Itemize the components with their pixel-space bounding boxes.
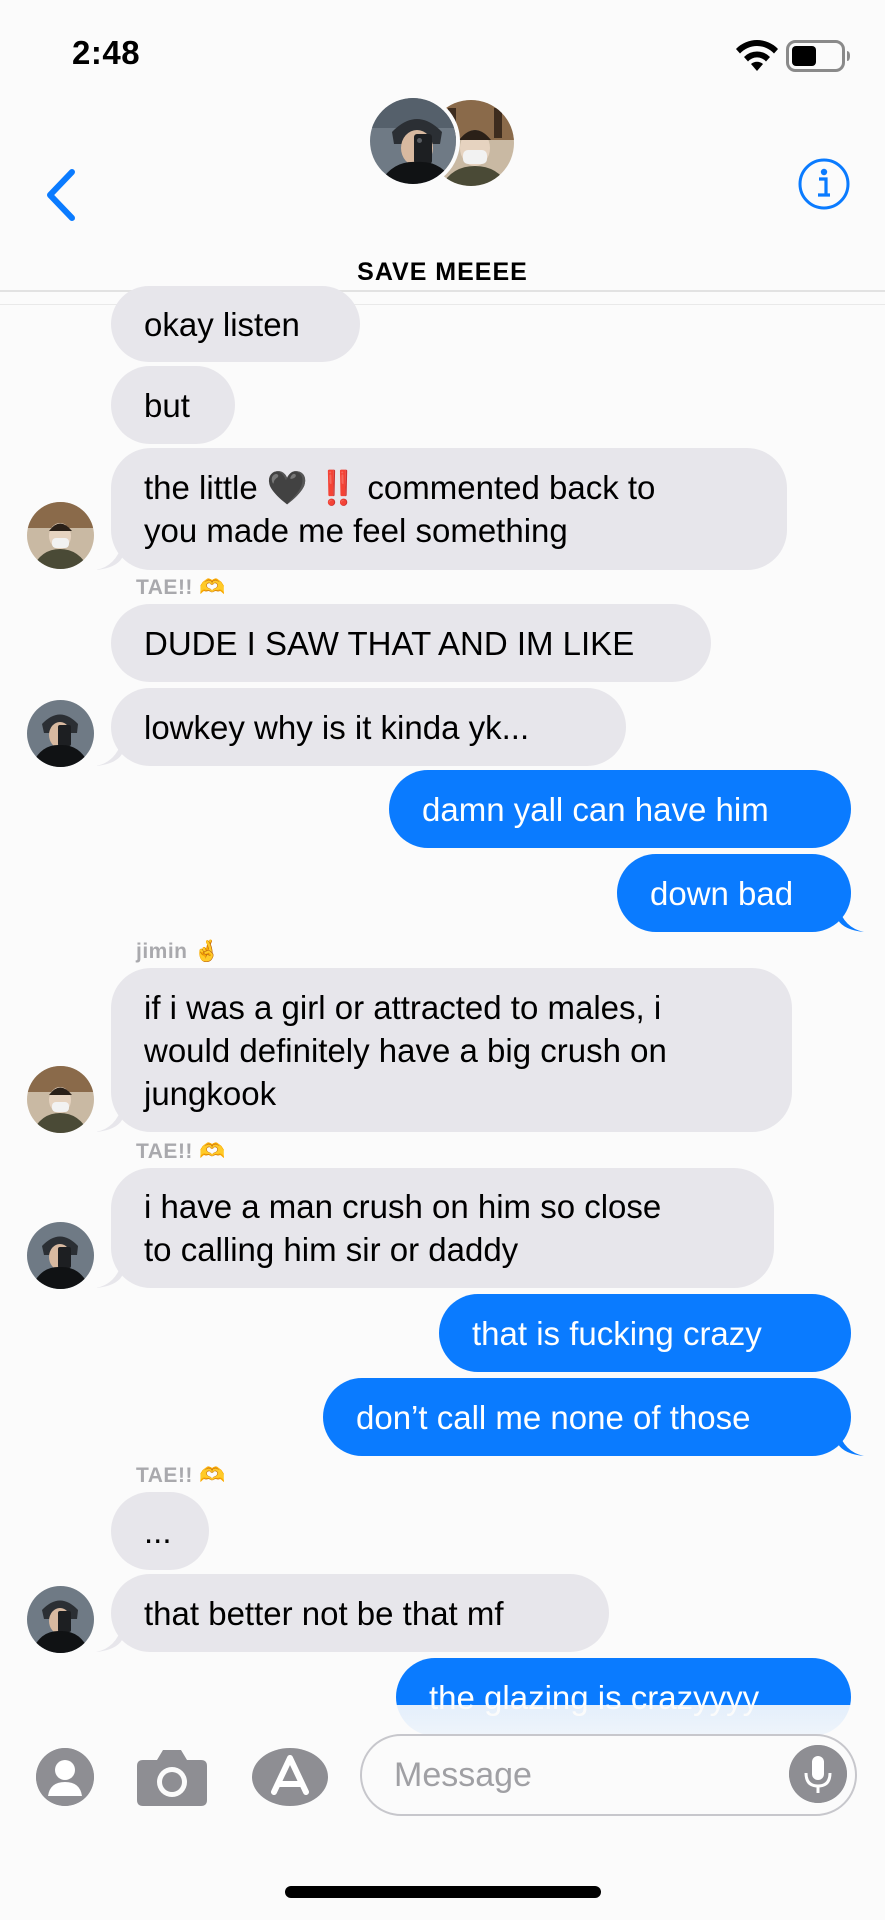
message-bubble-incoming[interactable]: lowkey why is it kinda yk...: [111, 688, 626, 766]
message-bubble-incoming[interactable]: i have a man crush on him so close to ca…: [111, 1168, 774, 1288]
microphone-icon[interactable]: [789, 1745, 847, 1803]
message-bubble-outgoing[interactable]: that is fucking crazy: [439, 1294, 851, 1372]
bubble-tail: [838, 906, 864, 932]
message-text: lowkey why is it kinda yk...: [144, 708, 530, 746]
message-text: don’t call me none of those: [356, 1398, 751, 1436]
avatar[interactable]: [27, 502, 94, 569]
bubble-tail: [96, 740, 122, 766]
avatar[interactable]: [27, 700, 94, 767]
message-text: down bad: [650, 874, 794, 912]
bubble-tail: [96, 1262, 122, 1288]
message-text: if i was a girl or attracted to males, i…: [144, 988, 667, 1112]
bubble-tail: [838, 1430, 864, 1456]
message-text: DUDE I SAW THAT AND IM LIKE: [144, 624, 635, 662]
message-text: the little 🖤 ‼️ commented back to you ma…: [144, 469, 656, 549]
message-bubble-incoming[interactable]: ...: [111, 1492, 209, 1570]
message-bubble-incoming[interactable]: DUDE I SAW THAT AND IM LIKE: [111, 604, 711, 682]
message-input[interactable]: [360, 1734, 857, 1816]
group-avatar-1: [366, 94, 460, 188]
bubble-tail: [96, 1626, 122, 1652]
message-bubble-incoming[interactable]: that better not be that mf: [111, 1574, 609, 1652]
message-bubble-outgoing[interactable]: don’t call me none of those: [323, 1378, 851, 1456]
avatar[interactable]: [27, 1586, 94, 1653]
message-text: that is fucking crazy: [472, 1314, 762, 1352]
sender-name: TAE!! 🫶: [136, 576, 226, 599]
camera-icon[interactable]: [135, 1746, 209, 1808]
message-bubble-outgoing[interactable]: damn yall can have him: [389, 770, 851, 848]
message-bubble-incoming[interactable]: okay listen: [111, 286, 360, 362]
message-bubble-incoming[interactable]: the little 🖤 ‼️ commented back to you ma…: [111, 448, 787, 570]
message-text: i have a man crush on him so close to ca…: [144, 1188, 662, 1268]
home-indicator[interactable]: [285, 1886, 601, 1898]
bubble-tail: [96, 1106, 122, 1132]
message-bubble-incoming[interactable]: if i was a girl or attracted to males, i…: [111, 968, 792, 1132]
message-text: that better not be that mf: [144, 1594, 504, 1632]
sender-name: jimin 🤞: [136, 940, 221, 963]
message-text: damn yall can have him: [422, 790, 769, 828]
sender-name: TAE!! 🫶: [136, 1464, 226, 1487]
message-bubble-incoming[interactable]: but: [111, 366, 235, 444]
avatar[interactable]: [27, 1066, 94, 1133]
message-text: ...: [144, 1512, 172, 1550]
message-text: okay listen: [144, 305, 300, 343]
bubble-tail: [96, 544, 122, 570]
message-thread[interactable]: okay listen but the little 🖤 ‼️ commente…: [0, 0, 885, 1920]
app-store-icon[interactable]: [250, 1746, 330, 1808]
person-icon[interactable]: [36, 1748, 94, 1806]
message-bubble-outgoing[interactable]: down bad: [617, 854, 851, 932]
message-text: but: [144, 386, 190, 424]
avatar[interactable]: [27, 1222, 94, 1289]
sender-name: TAE!! 🫶: [136, 1140, 226, 1163]
